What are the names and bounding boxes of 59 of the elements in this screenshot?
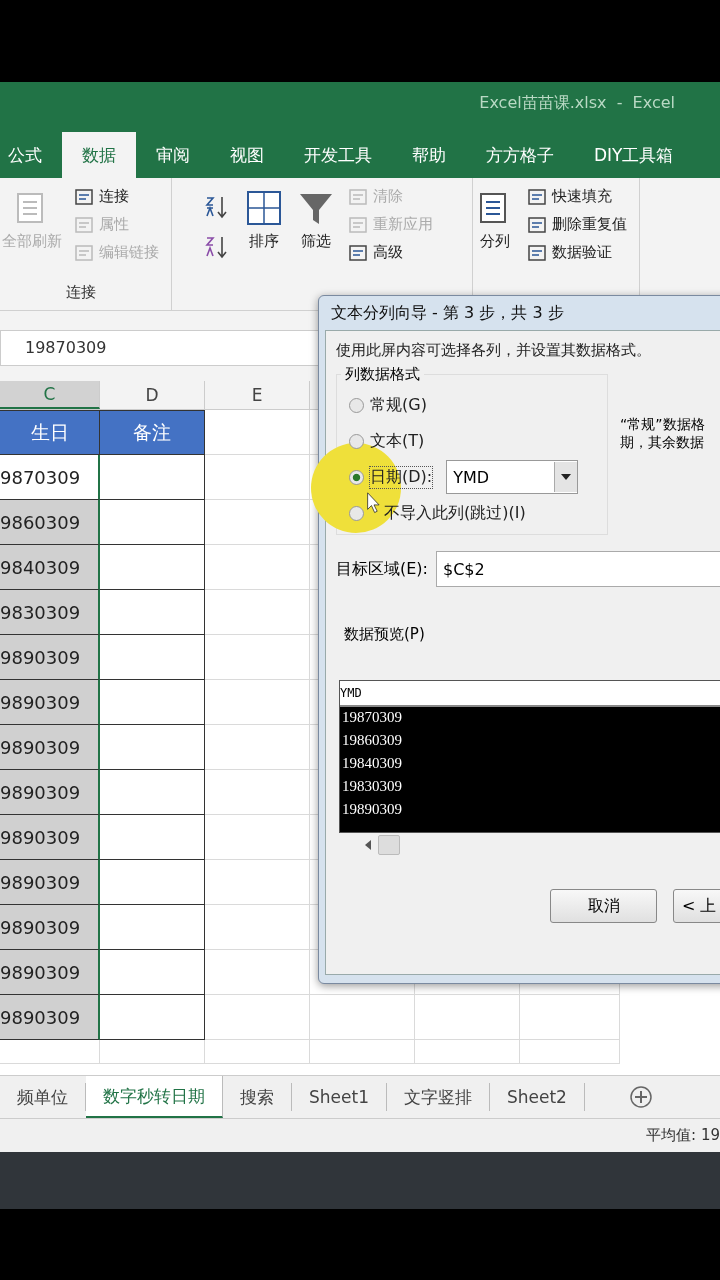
dialog-title: 文本分列向导 - 第 3 步，共 3 步 bbox=[331, 302, 564, 324]
table-cell: 9870309 bbox=[0, 455, 100, 500]
option-label[interactable]: 常规(G) bbox=[370, 394, 427, 416]
ribbon-tab[interactable]: 开发工具 bbox=[284, 132, 392, 178]
status-text: 平均值: 19 bbox=[646, 1126, 720, 1145]
table-cell: 9890309 bbox=[0, 725, 100, 770]
description-text: 期，其余数据 bbox=[620, 434, 705, 452]
format-dropdown[interactable]: YMD bbox=[446, 460, 579, 494]
column-header[interactable]: D bbox=[145, 385, 159, 405]
table-cell: 9890309 bbox=[0, 770, 100, 815]
target-field[interactable]: $C$2 bbox=[436, 551, 720, 587]
description-text: “常规”数据格 bbox=[620, 416, 705, 434]
table-cell: 9890309 bbox=[0, 635, 100, 680]
column-header[interactable]: C bbox=[43, 384, 56, 404]
section-label: 数据预览(P) bbox=[344, 625, 426, 644]
sheet-tab[interactable]: Sheet2 bbox=[489, 1083, 585, 1111]
sheet-tab[interactable]: 文字竖排 bbox=[386, 1083, 490, 1111]
group-label: 连接 bbox=[65, 283, 96, 303]
ribbon-tab[interactable]: 审阅 bbox=[136, 132, 210, 178]
preview-row-text: 19840309 bbox=[342, 755, 403, 773]
instruction-text: 使用此屏内容可选择各列，并设置其数据格式。 bbox=[336, 341, 652, 360]
table-cell: 9890309 bbox=[0, 905, 100, 950]
table-cell: 9890309 bbox=[0, 680, 100, 725]
ribbon-tab[interactable]: 数据 bbox=[62, 132, 136, 178]
group-label: 列数据格式 bbox=[341, 365, 424, 384]
field-label: 目标区域(E): bbox=[336, 558, 428, 580]
column-header[interactable]: E bbox=[251, 385, 263, 405]
sheet-tab[interactable]: 数字秒转日期 bbox=[86, 1076, 223, 1118]
ribbon-button[interactable]: 连接 bbox=[72, 184, 161, 209]
preview-row-text: 19890309 bbox=[342, 801, 403, 819]
preview-header: YMD bbox=[340, 686, 362, 700]
table-cell: 9890309 bbox=[0, 950, 100, 995]
ribbon-button[interactable]: 数据验证 bbox=[525, 240, 629, 265]
table-header: 生日 bbox=[0, 410, 100, 455]
sheet-tab[interactable]: Sheet1 bbox=[292, 1083, 387, 1111]
ribbon-button[interactable]: 排序 bbox=[241, 184, 286, 310]
preview-row-text: 19860309 bbox=[342, 732, 403, 750]
sheet-tab[interactable]: 搜索 bbox=[223, 1083, 292, 1111]
table-cell: 9860309 bbox=[0, 500, 100, 545]
ribbon-tab[interactable]: 帮助 bbox=[392, 132, 466, 178]
table-header: 备注 bbox=[100, 410, 205, 455]
table-cell: 9890309 bbox=[0, 815, 100, 860]
dialog-button[interactable]: < 上 bbox=[673, 889, 720, 923]
table-cell: 9830309 bbox=[0, 590, 100, 635]
preview-row-text: 19830309 bbox=[342, 778, 403, 796]
ribbon-tab[interactable]: 公式 bbox=[0, 132, 62, 178]
ribbon-tab[interactable]: 方方格子 bbox=[466, 132, 574, 178]
table-cell: 9840309 bbox=[0, 545, 100, 590]
window-title: Excel苗苗课.xlsx - Excel bbox=[479, 93, 675, 114]
table-cell: 9890309 bbox=[0, 995, 100, 1040]
ribbon-tab[interactable]: DIY工具箱 bbox=[574, 132, 694, 178]
table-cell: 9890309 bbox=[0, 860, 100, 905]
ribbon-tab[interactable]: 视图 bbox=[210, 132, 284, 178]
ribbon-button[interactable]: 删除重复值 bbox=[525, 212, 629, 237]
dialog-button[interactable]: 取消 bbox=[550, 889, 657, 923]
ribbon-button[interactable]: 快速填充 bbox=[525, 184, 629, 209]
option-label[interactable]: 文本(T) bbox=[370, 430, 425, 452]
ribbon-button[interactable]: 高级 bbox=[345, 240, 435, 265]
preview-row-text: 19870309 bbox=[342, 709, 403, 727]
